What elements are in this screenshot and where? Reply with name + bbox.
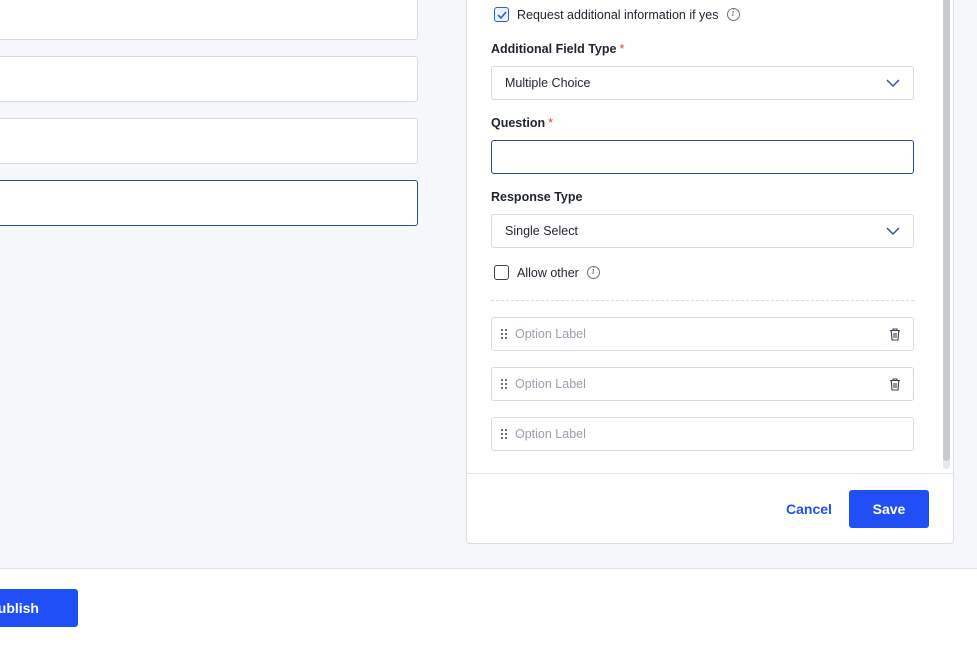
- panel-scroll-area: Request additional information if yes i …: [467, 0, 953, 473]
- info-icon[interactable]: i: [586, 266, 600, 279]
- publish-button[interactable]: ublish: [0, 589, 78, 627]
- request-info-checkbox[interactable]: [494, 7, 509, 22]
- option-label-input[interactable]: Option Label: [515, 427, 901, 441]
- scrollbar-thumb[interactable]: [943, 0, 950, 461]
- drag-handle-icon[interactable]: [501, 429, 507, 439]
- response-type-label: Response Type: [491, 190, 583, 204]
- trash-icon[interactable]: [889, 327, 901, 341]
- additional-field-type-select[interactable]: Multiple Choice: [491, 66, 914, 100]
- response-type-value: Single Select: [505, 224, 578, 238]
- panel-scrollbar[interactable]: [943, 0, 950, 469]
- drag-handle-icon[interactable]: [501, 329, 507, 339]
- option-row[interactable]: Option Label: [491, 367, 914, 401]
- cancel-button[interactable]: Cancel: [778, 490, 840, 528]
- required-asterisk: *: [548, 116, 554, 130]
- option-label-input[interactable]: Option Label: [515, 327, 889, 341]
- check-icon: [496, 10, 507, 19]
- request-info-label: Request additional information if yes: [517, 7, 719, 22]
- allow-other-checkbox[interactable]: [494, 265, 509, 280]
- options-divider: [491, 300, 914, 301]
- option-row[interactable]: Option Label: [491, 317, 914, 351]
- chevron-down-icon: [886, 79, 900, 87]
- form-text-field-2[interactable]: [0, 56, 418, 102]
- request-info-row: Request additional information if yes i: [494, 7, 740, 22]
- allow-other-label: Allow other: [517, 265, 579, 280]
- question-label-text: Question: [491, 116, 546, 130]
- info-icon[interactable]: i: [726, 8, 740, 21]
- form-text-field-3[interactable]: [0, 118, 418, 164]
- form-text-field-4[interactable]: [0, 180, 418, 226]
- allow-other-row: Allow other i: [494, 265, 600, 280]
- trash-icon[interactable]: [889, 377, 901, 391]
- form-text-field-1[interactable]: [0, 0, 418, 40]
- chevron-down-icon: [886, 227, 900, 235]
- question-label: Question *: [491, 116, 553, 130]
- additional-field-type-label-text: Additional Field Type: [491, 42, 617, 56]
- additional-field-type-value: Multiple Choice: [505, 76, 591, 90]
- response-type-select[interactable]: Single Select: [491, 214, 914, 248]
- option-label-input[interactable]: Option Label: [515, 377, 889, 391]
- question-input[interactable]: [491, 140, 914, 174]
- required-asterisk: *: [619, 42, 625, 56]
- save-button[interactable]: Save: [849, 490, 929, 528]
- option-row[interactable]: Option Label: [491, 417, 914, 451]
- additional-field-type-label: Additional Field Type *: [491, 42, 624, 56]
- question-editor-panel: Request additional information if yes i …: [466, 0, 954, 544]
- panel-footer: Cancel Save: [467, 473, 953, 543]
- bottom-action-bar: ublish: [0, 568, 977, 646]
- drag-handle-icon[interactable]: [501, 379, 507, 389]
